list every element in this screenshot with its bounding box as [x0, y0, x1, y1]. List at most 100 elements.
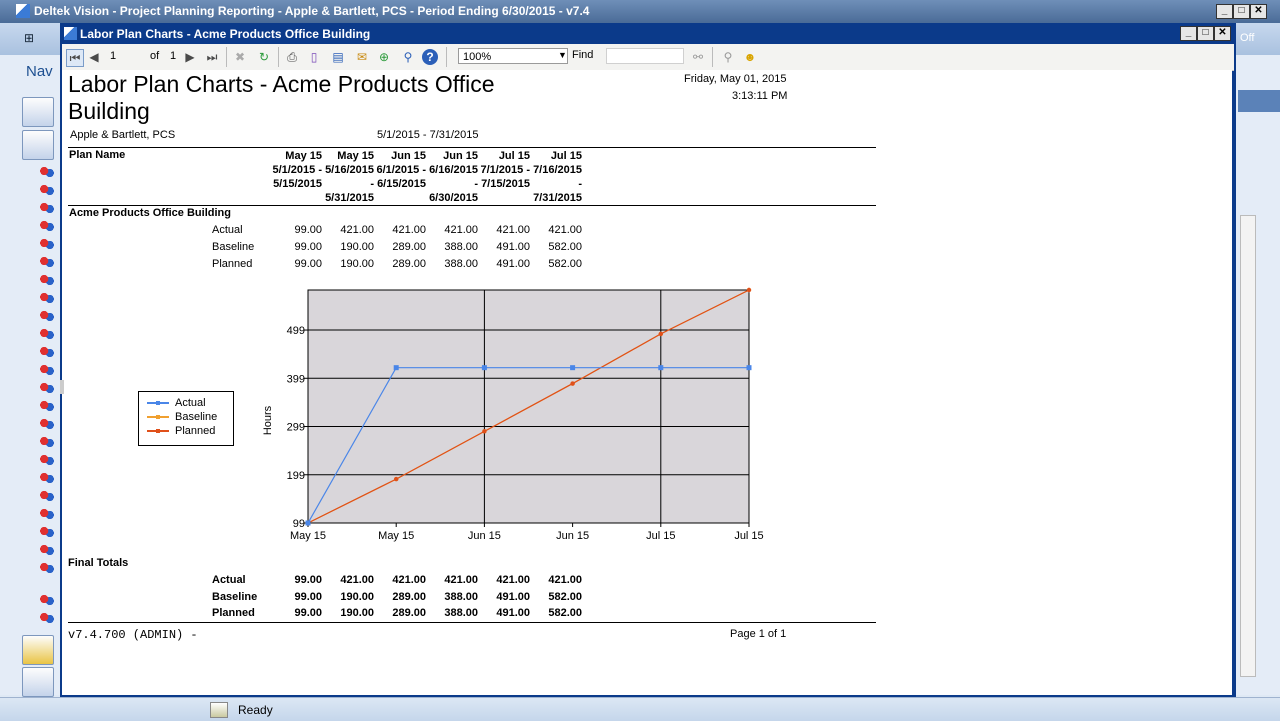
off-label[interactable]: Off — [1240, 32, 1254, 44]
first-page-icon[interactable]: ⏮ — [66, 49, 84, 67]
user-status-icon[interactable]: ☻ — [742, 49, 758, 65]
rail-button-reports[interactable] — [22, 130, 54, 160]
report-toolbar: ⏮ ◀ 1 of 1 ▶ ⏭ ✖ ↻ ⎙ ▯ ▤ ✉ ⊕ ⚲ ? 100% ▼ … — [62, 44, 1234, 71]
footer-version: v7.4.700 (ADMIN) - — [68, 628, 198, 642]
minimize-icon[interactable]: _ — [1216, 4, 1233, 19]
total-value: 99.00 — [294, 607, 322, 619]
rail-report-icon[interactable] — [40, 563, 54, 573]
rail-report-icon[interactable] — [40, 509, 54, 519]
status-pencil-icon — [210, 702, 228, 718]
total-value: 289.00 — [392, 590, 426, 603]
find-binoculars-icon[interactable]: ⚯ — [690, 49, 706, 65]
export-save-icon[interactable]: ⊕ — [376, 49, 392, 65]
legend-swatch-marker — [156, 415, 160, 419]
page-setup-icon[interactable]: ▤ — [330, 49, 346, 65]
find-next-icon[interactable]: ⚲ — [720, 49, 736, 65]
rail-report-icon[interactable] — [40, 293, 54, 303]
maximize-icon[interactable]: □ — [1233, 4, 1250, 19]
right-scrollbar[interactable] — [1240, 215, 1256, 677]
rail-report-icon[interactable] — [40, 365, 54, 375]
rail-report-icon[interactable] — [40, 275, 54, 285]
series-point-planned — [746, 287, 752, 293]
labor-line-chart: 99 199 299 399 499 May 15 May 15 Jun 15 Jun 15 Ju… — [262, 287, 764, 542]
of-label: of — [150, 50, 160, 62]
rail-report-icon[interactable] — [40, 595, 54, 605]
series-point-actual — [658, 365, 664, 371]
close-icon[interactable]: ✕ — [1250, 4, 1267, 19]
total-value: 421.00 — [392, 574, 426, 586]
report-maximize-icon[interactable]: □ — [1197, 26, 1214, 41]
final-totals-label: Final Totals — [68, 557, 129, 569]
page-number-input[interactable]: 1 — [106, 48, 140, 64]
rail-report-icon[interactable] — [40, 383, 54, 393]
rail-report-icon[interactable] — [40, 527, 54, 537]
export-icon[interactable]: ✉ — [354, 49, 370, 65]
y-axis-label: Hours — [262, 405, 274, 435]
report-close-icon[interactable]: ✕ — [1214, 26, 1231, 41]
print-icon[interactable]: ⎙ — [284, 49, 300, 65]
report-viewer-window: Labor Plan Charts - Acme Products Office… — [60, 23, 1236, 697]
help-icon[interactable]: ? — [422, 49, 438, 65]
y-tick-label: 299 — [287, 422, 305, 434]
rail-report-icon[interactable] — [40, 257, 54, 267]
rail-report-icon[interactable] — [40, 419, 54, 429]
left-nav-rail: Nav — [0, 55, 61, 697]
series-point-planned — [482, 429, 487, 434]
zoom-icon[interactable]: ⚲ — [400, 49, 416, 65]
rail-report-icon[interactable] — [40, 311, 54, 321]
legend-swatch-marker — [156, 401, 160, 405]
total-value: 491.00 — [496, 590, 530, 603]
rail-report-icon[interactable] — [40, 167, 54, 177]
app-menu-icon[interactable]: ⊞ — [24, 31, 34, 45]
previous-page-icon[interactable]: ◀ — [86, 49, 102, 65]
toolbar-separator — [278, 47, 279, 67]
chart-legend: Actual Baseline Planned — [138, 391, 234, 446]
rail-report-icon[interactable] — [40, 473, 54, 483]
x-tick-label: Jul 15 — [646, 530, 675, 542]
y-tick-label: 499 — [287, 325, 305, 337]
x-tick-label: Jun 15 — [556, 530, 589, 542]
last-page-icon[interactable]: ⏭ — [204, 49, 220, 65]
rail-report-icon[interactable] — [40, 613, 54, 623]
rail-report-icon[interactable] — [40, 203, 54, 213]
toolbar-separator — [446, 47, 447, 67]
rail-report-icon[interactable] — [40, 545, 54, 555]
total-value: 491.00 — [496, 607, 530, 619]
refresh-icon[interactable]: ↻ — [256, 49, 272, 65]
rail-report-icon[interactable] — [40, 401, 54, 411]
rail-report-icon[interactable] — [40, 455, 54, 465]
report-minimize-icon[interactable]: _ — [1180, 26, 1197, 41]
total-value: 190.00 — [340, 590, 374, 603]
series-point-actual — [746, 365, 752, 371]
rail-report-icon[interactable] — [40, 437, 54, 447]
rail-button-planning[interactable] — [22, 97, 54, 127]
nav-label[interactable]: Nav — [26, 63, 53, 80]
print-layout-icon[interactable]: ▯ — [306, 49, 322, 65]
rail-button-hardhat[interactable] — [22, 635, 54, 665]
series-point-actual — [305, 520, 311, 526]
app-titlebar: Deltek Vision - Project Planning Reporti… — [0, 0, 1280, 23]
total-value: 190.00 — [340, 607, 374, 619]
find-label: Find — [572, 49, 594, 61]
total-value: 388.00 — [444, 590, 478, 603]
find-input[interactable] — [606, 48, 684, 64]
rail-report-icon[interactable] — [40, 329, 54, 339]
rail-report-icon[interactable] — [40, 221, 54, 231]
rail-report-icon[interactable] — [40, 185, 54, 195]
total-value: 421.00 — [444, 574, 478, 586]
rail-button-tools[interactable] — [22, 667, 54, 697]
series-point-planned — [570, 381, 575, 386]
next-page-icon[interactable]: ▶ — [182, 49, 198, 65]
total-value: 289.00 — [392, 607, 426, 619]
y-tick-label: 199 — [287, 470, 305, 482]
rail-report-icon[interactable] — [40, 239, 54, 249]
zoom-select[interactable]: 100% — [458, 48, 568, 64]
status-bar: Ready — [0, 697, 1280, 721]
rail-report-icon[interactable] — [40, 491, 54, 501]
series-point-actual — [481, 365, 487, 371]
zoom-dropdown-chevron-icon[interactable]: ▼ — [558, 50, 567, 60]
total-value: 99.00 — [294, 590, 322, 603]
app-title: Deltek Vision - Project Planning Reporti… — [34, 4, 590, 18]
stop-icon[interactable]: ✖ — [232, 49, 248, 65]
rail-report-icon[interactable] — [40, 347, 54, 357]
